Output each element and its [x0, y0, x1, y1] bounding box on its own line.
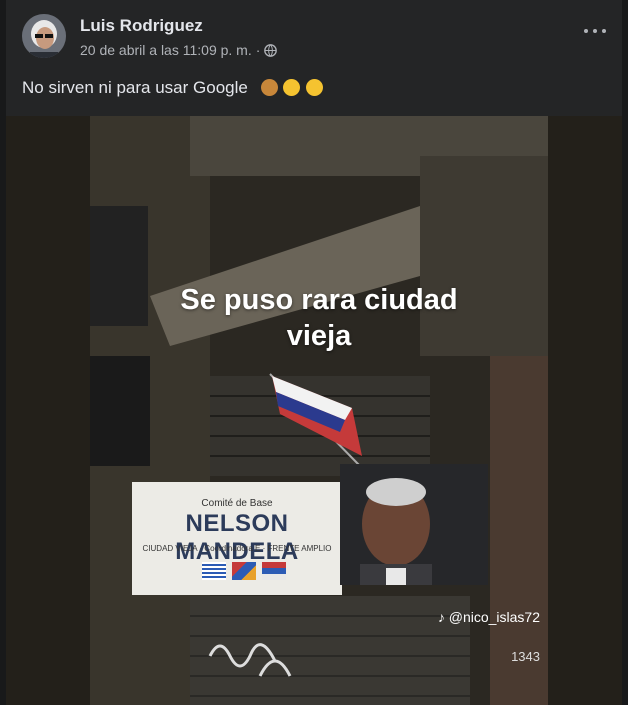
dot-icon — [602, 29, 606, 33]
laughing-emoji-icon — [283, 79, 301, 96]
caption-text: No sirven ni para usar Google — [22, 78, 248, 97]
watermark-handle: @nico_islas72 — [448, 609, 540, 625]
tiktok-watermark: ♪ @nico_islas72 — [438, 609, 540, 625]
video-overlay-caption: Se puso rara ciudad vieja — [90, 282, 548, 355]
laughing-emoji-icon — [306, 79, 324, 96]
avatar[interactable] — [22, 14, 66, 58]
meta-separator: · — [255, 42, 261, 58]
post-caption: No sirven ni para usar Google — [22, 78, 324, 98]
banner-sign: Comité de Base NELSON MANDELA CIUDAD VIE… — [132, 482, 342, 595]
globe-icon — [264, 43, 278, 57]
dot-icon — [593, 29, 597, 33]
overlay-line-2: vieja — [286, 320, 352, 353]
overlay-line-1: Se puso rara ciudad — [180, 284, 458, 316]
sign-sub-text: CIUDAD VIEJA · Coordinadora E · FRENTE A… — [142, 544, 332, 553]
sign-main-text: NELSON MANDELA — [175, 510, 299, 565]
timestamp[interactable]: 20 de abril a las 11:09 p. m. — [80, 42, 252, 58]
uruguay-flag-icon — [202, 562, 226, 580]
post-card: Luis Rodriguez 20 de abril a las 11:09 p… — [6, 0, 622, 705]
post-meta: 20 de abril a las 11:09 p. m. · — [80, 42, 278, 58]
video-frame[interactable]: Se puso rara ciudad vieja Comité de Base… — [90, 116, 548, 705]
post-media[interactable]: Se puso rara ciudad vieja Comité de Base… — [6, 116, 622, 705]
artigas-flag-icon — [232, 562, 256, 580]
frente-amplio-flag-icon — [262, 562, 286, 580]
author-name[interactable]: Luis Rodriguez — [80, 16, 203, 36]
post-header: Luis Rodriguez 20 de abril a las 11:09 p… — [6, 0, 622, 72]
sign-flags — [202, 562, 286, 580]
monkey-emoji-icon — [260, 79, 278, 96]
more-options-button[interactable] — [584, 24, 606, 38]
tiktok-icon: ♪ — [437, 609, 445, 625]
dot-icon — [584, 29, 588, 33]
portrait-image — [340, 464, 488, 585]
building-number: 1343 — [511, 649, 540, 664]
sign-top-text: Comité de Base — [201, 498, 273, 509]
